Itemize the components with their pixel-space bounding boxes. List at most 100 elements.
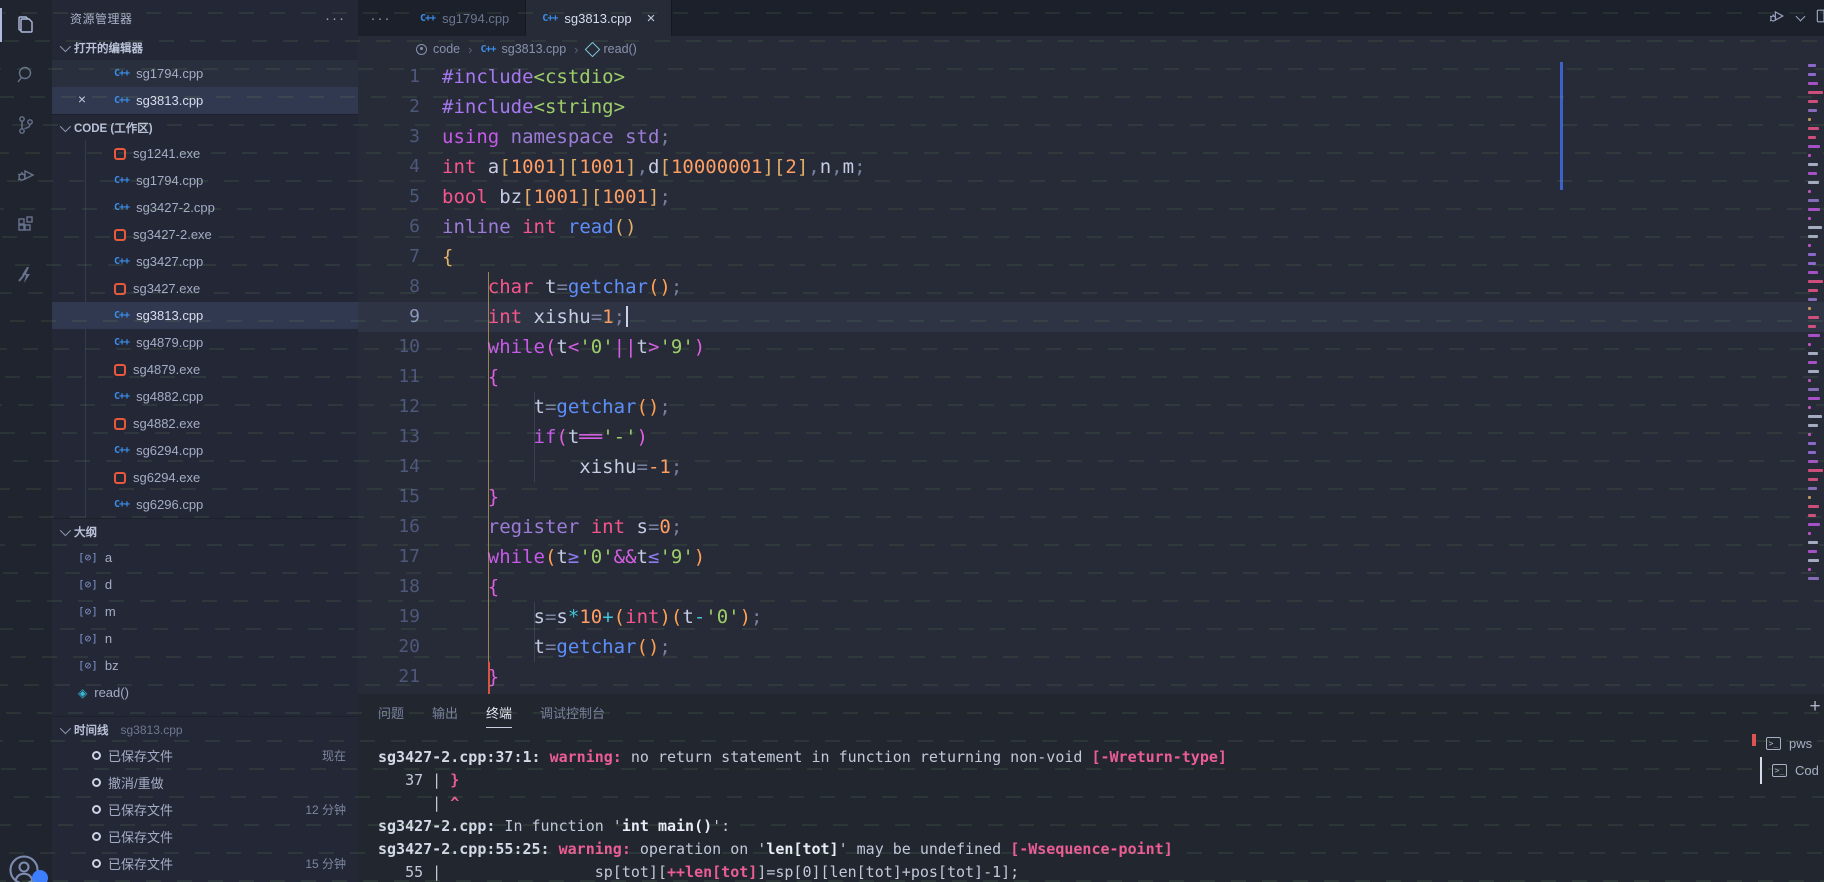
editor-tab[interactable]: C++sg3813.cpp×	[526, 0, 672, 36]
vscode-window: 资源管理器 ··· 打开的编辑器 C++sg1794.cpp×C++sg3813…	[0, 0, 1824, 882]
file-item[interactable]: sg3427-2.exe	[52, 221, 358, 248]
minimap-line	[1808, 235, 1818, 238]
panel-tab-终端[interactable]: 终端	[486, 703, 512, 728]
open-editor-item[interactable]: ×C++sg3813.cpp	[52, 87, 358, 114]
cpp-file-icon: C++	[542, 13, 557, 24]
file-item[interactable]: C++sg4882.cpp	[52, 383, 358, 410]
terminal-output[interactable]: sg3427-2.cpp:37:1: warning: no return st…	[378, 746, 1744, 882]
minimap-line	[1808, 289, 1818, 292]
timeline-item[interactable]: 已保存文件12 分钟	[52, 796, 358, 823]
workspace-section-header[interactable]: CODE (工作区)	[52, 114, 358, 140]
cpp-file-icon: C++	[114, 391, 129, 402]
sidebar-header: 资源管理器 ···	[52, 0, 358, 36]
file-item[interactable]: C++sg3427.cpp	[52, 248, 358, 275]
file-item[interactable]: C++sg3427-2.cpp	[52, 194, 358, 221]
breadcrumb-file[interactable]: sg3813.cpp	[502, 42, 567, 56]
outline-label: bz	[105, 658, 119, 673]
run-dropdown-chevron-icon[interactable]	[1796, 11, 1806, 21]
tab-overflow-icon[interactable]: ···	[358, 0, 404, 36]
run-debug-icon[interactable]	[0, 150, 52, 200]
outline-item[interactable]: [⊘]m	[52, 598, 358, 625]
tools-lightning-icon[interactable]	[0, 250, 52, 300]
source-control-icon[interactable]	[0, 100, 52, 150]
minimap-line	[1808, 460, 1818, 463]
editor-tab[interactable]: C++sg1794.cpp	[404, 0, 526, 36]
more-actions-icon[interactable]: ···	[325, 10, 346, 27]
timeline-item[interactable]: 文件已创建	[52, 877, 358, 882]
line-number: 8	[358, 272, 420, 302]
file-label: sg3427.cpp	[136, 254, 203, 269]
timeline-label: 已保存文件	[108, 827, 173, 846]
symbol-variable-icon: [⊘]	[78, 632, 98, 645]
file-item[interactable]: sg4879.exe	[52, 356, 358, 383]
timeline-item[interactable]: 撤消/重做	[52, 769, 358, 796]
code-editor[interactable]: 1#include<cstdio>2#include<string>3using…	[358, 62, 1824, 694]
file-item[interactable]: sg1241.exe	[52, 140, 358, 167]
minimap-line	[1808, 109, 1817, 112]
timeline-section-header[interactable]: 时间线 sg3813.cpp	[52, 716, 358, 742]
outline-section-header[interactable]: 大纲	[52, 518, 358, 544]
file-item[interactable]: C++sg6296.cpp	[52, 491, 358, 518]
breadcrumb-symbol[interactable]: read()	[604, 42, 637, 56]
file-item[interactable]: sg3427.exe	[52, 275, 358, 302]
timeline-time: 15 分钟	[305, 855, 346, 872]
minimap-line	[1808, 541, 1818, 544]
minimap-line	[1808, 577, 1819, 580]
minimap-line	[1808, 73, 1816, 76]
outline-item[interactable]: [⊘]n	[52, 625, 358, 652]
outline-item[interactable]: [⊘]d	[52, 571, 358, 598]
outline-item[interactable]: [⊘]a	[52, 544, 358, 571]
indent-guide	[534, 392, 535, 482]
close-icon[interactable]: ×	[647, 10, 656, 27]
line-number: 13	[358, 422, 420, 452]
file-item[interactable]: C++sg4879.cpp	[52, 329, 358, 356]
file-item[interactable]: C++sg6294.cpp	[52, 437, 358, 464]
cpp-file-icon: C++	[114, 310, 129, 321]
file-label: sg1794.cpp	[136, 173, 203, 188]
outline-item[interactable]: [⊘]bz	[52, 652, 358, 679]
editor-actions	[1767, 0, 1824, 36]
exe-file-icon	[114, 418, 126, 430]
code-line: 14 xishu=-1;	[358, 452, 1824, 482]
run-debug-button[interactable]	[1767, 6, 1787, 31]
panel-tab-输出[interactable]: 输出	[432, 703, 458, 728]
code-text: s=s*10+(int)(t-'0');	[420, 602, 763, 632]
file-item[interactable]: C++sg3813.cpp	[52, 302, 358, 329]
close-icon[interactable]: ×	[74, 91, 90, 107]
terminal-side-list: + >_pws>_Cod	[1754, 694, 1824, 882]
minimap-line	[1808, 370, 1819, 373]
minimap-line	[1808, 244, 1811, 247]
code-line: 8 char t=getchar();	[358, 272, 1824, 302]
split-editor-icon[interactable]	[1814, 6, 1824, 31]
open-editor-item[interactable]: C++sg1794.cpp	[52, 60, 358, 87]
minimap-line	[1808, 550, 1817, 553]
file-item[interactable]: sg6294.exe	[52, 464, 358, 491]
search-icon[interactable]	[0, 50, 52, 100]
timeline-item[interactable]: 已保存文件	[52, 823, 358, 850]
new-terminal-button[interactable]: +	[1804, 696, 1824, 718]
panel-tab-调试控制台[interactable]: 调试控制台	[540, 703, 605, 728]
timeline-item[interactable]: 已保存文件15 分钟	[52, 850, 358, 877]
minimap[interactable]	[1807, 64, 1824, 624]
extensions-icon[interactable]	[0, 200, 52, 250]
timeline-item[interactable]: 已保存文件现在	[52, 742, 358, 769]
minimap-line	[1808, 388, 1819, 391]
file-label: sg4879.cpp	[136, 335, 203, 350]
timeline-label: 已保存文件	[108, 800, 173, 819]
explorer-icon[interactable]	[0, 0, 52, 50]
terminal-list-item[interactable]: >_Cod	[1760, 757, 1824, 784]
terminal-list-item[interactable]: >_pws	[1766, 730, 1824, 757]
history-circle-icon	[92, 805, 101, 814]
account-icon[interactable]	[6, 852, 46, 882]
panel-tab-问题[interactable]: 问题	[378, 703, 404, 728]
minimap-line	[1808, 343, 1811, 346]
minimap-line	[1808, 424, 1818, 427]
outline-item[interactable]: ◈read()	[52, 679, 358, 706]
file-item[interactable]: sg4882.exe	[52, 410, 358, 437]
minimap-line	[1808, 361, 1817, 364]
cpp-file-icon: C++	[114, 499, 129, 510]
file-item[interactable]: C++sg1794.cpp	[52, 167, 358, 194]
chevron-down-icon	[60, 722, 71, 733]
open-editors-section-header[interactable]: 打开的编辑器	[52, 36, 358, 60]
breadcrumb-folder[interactable]: code	[433, 42, 460, 56]
